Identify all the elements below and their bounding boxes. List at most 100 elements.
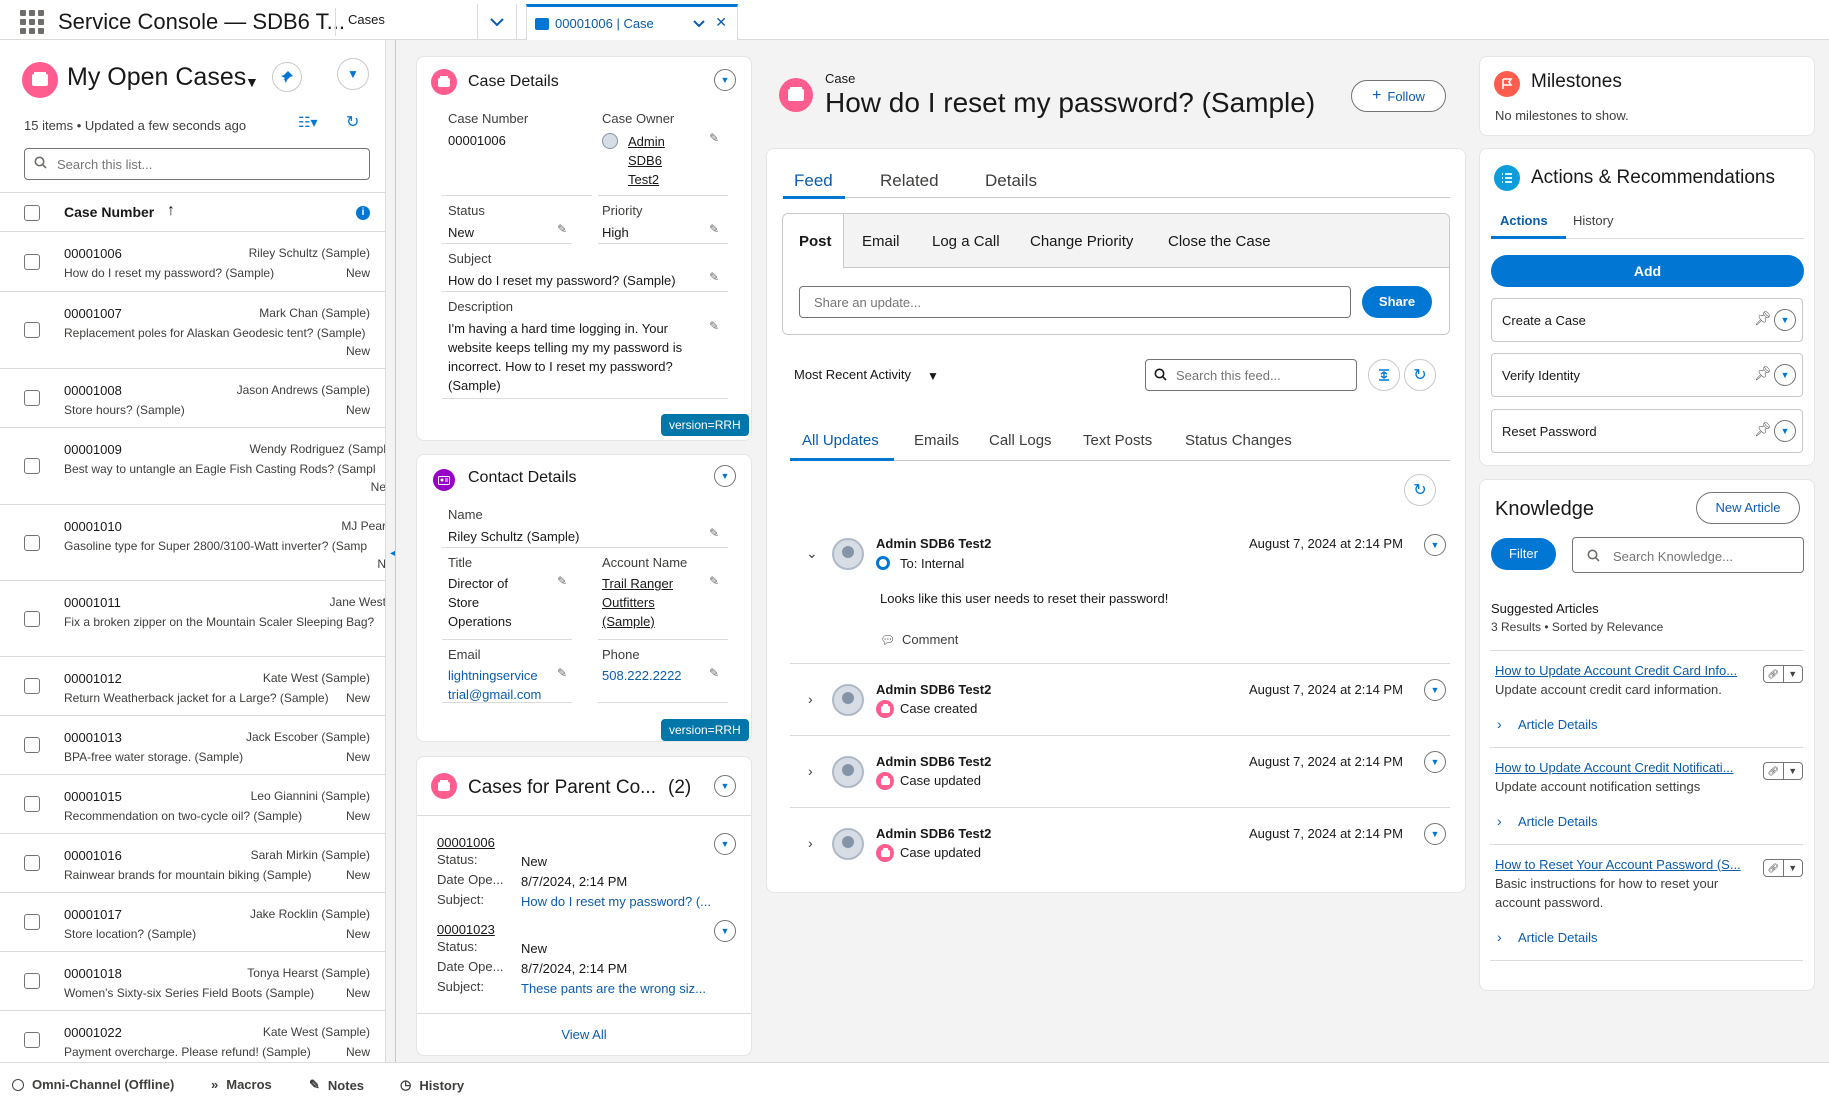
case-number[interactable]: 00001008 bbox=[64, 383, 122, 398]
article-link[interactable]: How to Update Account Credit Card Info..… bbox=[1495, 663, 1737, 678]
list-row[interactable]: 00001017 Jake Rocklin (Sample) Store loc… bbox=[0, 893, 385, 952]
account-link[interactable]: Trail Ranger Outfitters (Sample) bbox=[602, 574, 673, 631]
tab-history[interactable]: History bbox=[1573, 213, 1613, 228]
new-article-button[interactable]: New Article bbox=[1696, 492, 1800, 524]
sort-dropdown[interactable]: Most Recent Activity bbox=[794, 367, 911, 382]
article-actions[interactable]: 🔗︎ ▼ bbox=[1763, 859, 1803, 877]
card-menu-dropdown-icon[interactable]: ▼ bbox=[714, 465, 736, 487]
workspace-tab-case[interactable]: 00001006 | Case ✕ bbox=[526, 4, 738, 40]
list-row[interactable]: 00001009 Wendy Rodriguez (Sampl Best way… bbox=[0, 428, 385, 505]
edit-subject-pencil-icon[interactable]: ✎ bbox=[709, 270, 719, 284]
list-row[interactable]: 00001022 Kate West (Sample) Payment over… bbox=[0, 1011, 385, 1062]
list-row[interactable]: 00001011 Jane West Fix a broken zipper o… bbox=[0, 581, 385, 657]
case-number[interactable]: 00001010 bbox=[64, 519, 122, 534]
attach-icon[interactable]: 🔗︎ bbox=[1764, 860, 1784, 876]
case-number[interactable]: 00001012 bbox=[64, 671, 122, 686]
utility-notes[interactable]: ✎ Notes bbox=[309, 1077, 364, 1093]
share-button[interactable]: Share bbox=[1362, 286, 1432, 318]
action-dropdown-icon[interactable]: ▼ bbox=[1774, 420, 1796, 442]
edit-description-pencil-icon[interactable]: ✎ bbox=[709, 319, 719, 333]
feed-author[interactable]: Admin SDB6 Test2 bbox=[876, 682, 991, 697]
sort-chevron-icon[interactable]: ▼ bbox=[927, 369, 939, 383]
article-actions[interactable]: 🔗︎ ▼ bbox=[1763, 665, 1803, 683]
related-subject-link[interactable]: These pants are the wrong siz... bbox=[521, 979, 706, 998]
list-row[interactable]: 00001008 Jason Andrews (Sample) Store ho… bbox=[0, 369, 385, 428]
refresh-feed-icon[interactable]: ↻ bbox=[1404, 359, 1436, 391]
nav-item-selected[interactable]: Cases bbox=[348, 12, 385, 27]
feed-search-input[interactable] bbox=[1176, 366, 1346, 384]
knowledge-search-box[interactable] bbox=[1572, 537, 1804, 573]
display-as-icon[interactable]: ☷▾ bbox=[298, 114, 318, 131]
knowledge-search-input[interactable] bbox=[1613, 547, 1793, 565]
refresh-updates-icon[interactable]: ↻ bbox=[1404, 474, 1436, 506]
owner-link[interactable]: Admin SDB6 Test2 bbox=[628, 132, 665, 189]
attach-icon[interactable]: 🔗︎ bbox=[1764, 763, 1784, 779]
case-number[interactable]: 00001022 bbox=[64, 1025, 122, 1040]
list-row[interactable]: 00001012 Kate West (Sample) Return Weath… bbox=[0, 657, 385, 716]
feed-item-actions-icon[interactable]: ▼ bbox=[1424, 679, 1446, 701]
list-row[interactable]: 00001018 Tonya Hearst (Sample) Women's S… bbox=[0, 952, 385, 1011]
list-search-input[interactable] bbox=[24, 148, 370, 180]
feed-timestamp[interactable]: August 7, 2024 at 2:14 PM bbox=[1249, 754, 1403, 769]
row-actions-dropdown-icon[interactable]: ▼ bbox=[714, 833, 736, 855]
feed-tab-text-posts[interactable]: Text Posts bbox=[1083, 432, 1152, 449]
edit-title-pencil-icon[interactable]: ✎ bbox=[557, 574, 567, 588]
case-number[interactable]: 00001011 bbox=[64, 595, 121, 610]
feed-timestamp[interactable]: August 7, 2024 at 2:14 PM bbox=[1249, 536, 1403, 551]
column-header-case-number[interactable]: Case Number bbox=[64, 204, 154, 220]
article-link[interactable]: How to Update Account Credit Notificati.… bbox=[1495, 760, 1733, 775]
case-number[interactable]: 00001018 bbox=[64, 966, 122, 981]
follow-button[interactable]: + Follow bbox=[1351, 80, 1446, 112]
article-dropdown-icon[interactable]: ▼ bbox=[1784, 666, 1803, 682]
row-checkbox[interactable] bbox=[24, 458, 40, 474]
row-checkbox[interactable] bbox=[24, 610, 40, 627]
article-details-toggle[interactable]: Article Details bbox=[1518, 930, 1597, 945]
related-case-link[interactable]: 00001006 bbox=[437, 833, 495, 852]
edit-name-pencil-icon[interactable]: ✎ bbox=[709, 526, 719, 540]
feed-tab-status-changes[interactable]: Status Changes bbox=[1185, 432, 1292, 449]
publisher-tab-email[interactable]: Email bbox=[862, 233, 900, 250]
case-number[interactable]: 00001009 bbox=[64, 442, 122, 457]
expand-chevron-icon[interactable]: › bbox=[1497, 716, 1502, 732]
comment-button[interactable]: Comment bbox=[902, 632, 958, 647]
expand-chevron-icon[interactable]: › bbox=[808, 691, 813, 707]
list-row[interactable]: 00001010 MJ Pear Gasoline type for Super… bbox=[0, 505, 385, 581]
attach-icon[interactable]: 🔗︎ bbox=[1764, 666, 1784, 682]
select-all-checkbox[interactable] bbox=[24, 205, 40, 221]
feed-item-actions-icon[interactable]: ▼ bbox=[1424, 534, 1446, 556]
collapse-split-view-icon[interactable]: ◂ bbox=[390, 548, 395, 559]
feed-item-actions-icon[interactable]: ▼ bbox=[1424, 823, 1446, 845]
row-checkbox[interactable] bbox=[24, 796, 40, 812]
row-checkbox[interactable] bbox=[24, 973, 40, 989]
feed-author[interactable]: Admin SDB6 Test2 bbox=[876, 754, 991, 769]
edit-priority-pencil-icon[interactable]: ✎ bbox=[709, 222, 719, 236]
article-details-toggle[interactable]: Article Details bbox=[1518, 814, 1597, 829]
feed-author[interactable]: Admin SDB6 Test2 bbox=[876, 826, 991, 841]
tab-menu-chevron-icon[interactable] bbox=[693, 16, 705, 31]
case-number[interactable]: 00001013 bbox=[64, 730, 122, 745]
pin-icon[interactable]: 📌︎ bbox=[1754, 421, 1772, 438]
action-dropdown-icon[interactable]: ▼ bbox=[1774, 364, 1796, 386]
share-update-input[interactable] bbox=[799, 286, 1351, 318]
list-view-title[interactable]: My Open Cases bbox=[67, 63, 246, 92]
row-checkbox[interactable] bbox=[24, 253, 40, 270]
row-checkbox[interactable] bbox=[24, 678, 40, 694]
info-icon[interactable]: i bbox=[356, 206, 370, 220]
row-checkbox[interactable] bbox=[24, 914, 40, 930]
row-checkbox[interactable] bbox=[24, 737, 40, 753]
list-row[interactable]: 00001006 Riley Schultz (Sample) How do I… bbox=[0, 232, 385, 292]
edit-email-pencil-icon[interactable]: ✎ bbox=[557, 666, 567, 680]
nav-menu-chevron-icon[interactable] bbox=[477, 4, 517, 40]
view-all-link[interactable]: View All bbox=[417, 1027, 751, 1042]
tab-details[interactable]: Details bbox=[985, 171, 1037, 191]
email-link[interactable]: lightningservice trial@gmail.com bbox=[448, 666, 541, 704]
list-row[interactable]: 00001013 Jack Escober (Sample) BPA-free … bbox=[0, 716, 385, 775]
row-checkbox[interactable] bbox=[24, 534, 40, 551]
filter-button[interactable]: Filter bbox=[1491, 538, 1556, 570]
article-dropdown-icon[interactable]: ▼ bbox=[1784, 763, 1803, 779]
tab-actions[interactable]: Actions bbox=[1500, 213, 1548, 228]
collapse-chevron-icon[interactable]: ⌄ bbox=[806, 545, 818, 562]
edit-account-pencil-icon[interactable]: ✎ bbox=[709, 574, 719, 588]
list-actions-dropdown-icon[interactable]: ▼ bbox=[337, 58, 369, 90]
feed-timestamp[interactable]: August 7, 2024 at 2:14 PM bbox=[1249, 826, 1403, 841]
